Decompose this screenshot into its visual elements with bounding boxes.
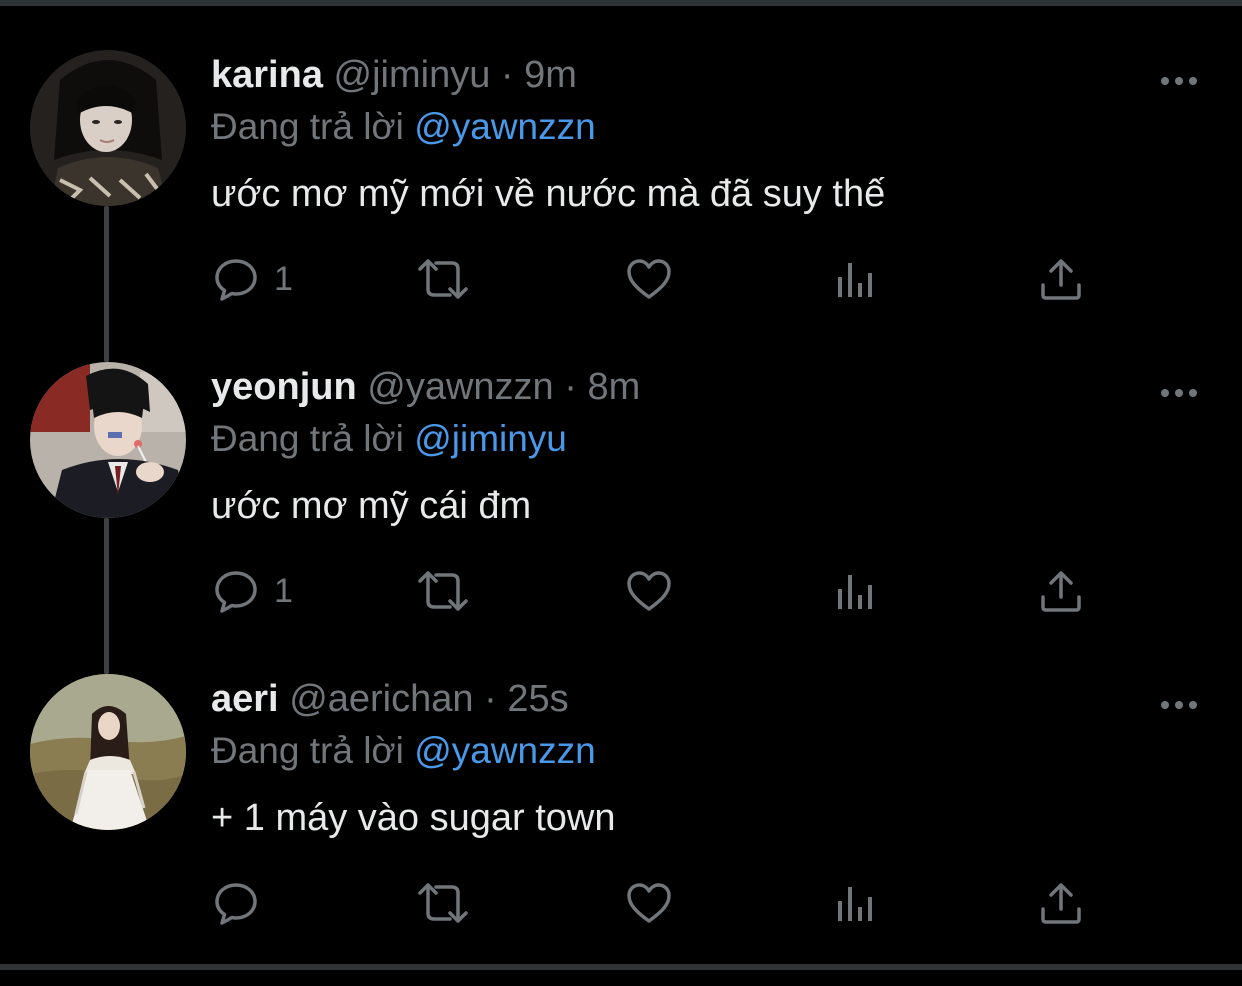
tweet-text: + 1 máy vào sugar town bbox=[211, 797, 616, 839]
display-name[interactable]: yeonjun bbox=[211, 366, 357, 408]
replying-to-label: Đang trả lời bbox=[211, 418, 404, 459]
avatar[interactable] bbox=[30, 674, 186, 830]
timestamp[interactable]: 8m bbox=[587, 366, 640, 408]
like-button[interactable] bbox=[625, 878, 673, 928]
reply-button[interactable] bbox=[212, 878, 274, 928]
tweet-header: aeri @aerichan · 25s bbox=[211, 676, 569, 722]
heart-icon bbox=[627, 259, 671, 299]
replying-to: Đang trả lời @jiminyu bbox=[211, 416, 567, 462]
retweet-button[interactable] bbox=[414, 566, 472, 616]
share-button[interactable] bbox=[1037, 566, 1085, 616]
display-name[interactable]: aeri bbox=[211, 678, 279, 720]
bar-chart-icon bbox=[838, 575, 872, 609]
views-button[interactable] bbox=[832, 878, 880, 928]
display-name[interactable]: karina bbox=[211, 54, 323, 96]
speech-bubble-icon bbox=[215, 259, 257, 301]
more-options-button[interactable] bbox=[1156, 66, 1202, 96]
replying-to-label: Đang trả lời bbox=[211, 106, 404, 147]
action-bar: 1 bbox=[0, 566, 1242, 616]
user-handle[interactable]: @yawnzzn bbox=[367, 366, 553, 408]
retweet-button[interactable] bbox=[414, 878, 472, 928]
bar-chart-icon bbox=[838, 887, 872, 921]
speech-bubble-icon bbox=[215, 571, 257, 613]
action-bar bbox=[0, 878, 1242, 928]
retweet-button[interactable] bbox=[414, 254, 472, 304]
more-options-button[interactable] bbox=[1156, 690, 1202, 720]
three-dots-icon bbox=[1161, 701, 1197, 709]
reply-button[interactable]: 1 bbox=[212, 566, 293, 616]
user-handle[interactable]: @aerichan bbox=[289, 678, 473, 720]
user-handle[interactable]: @jiminyu bbox=[334, 54, 491, 96]
replying-to: Đang trả lời @yawnzzn bbox=[211, 104, 596, 150]
share-button[interactable] bbox=[1037, 878, 1085, 928]
retweet-arrows-icon bbox=[418, 571, 468, 611]
three-dots-icon bbox=[1161, 77, 1197, 85]
bottom-divider bbox=[0, 964, 1242, 970]
heart-icon bbox=[627, 571, 671, 611]
three-dots-icon bbox=[1161, 389, 1197, 397]
speech-bubble-icon bbox=[215, 883, 257, 925]
views-button[interactable] bbox=[832, 566, 880, 616]
tweet[interactable]: aeri @aerichan · 25s Đang trả lời @yawnz… bbox=[0, 674, 1242, 986]
like-button[interactable] bbox=[625, 566, 673, 616]
separator-dot: · bbox=[484, 678, 497, 720]
like-button[interactable] bbox=[625, 254, 673, 304]
reply-button[interactable]: 1 bbox=[212, 254, 293, 304]
bar-chart-icon bbox=[838, 263, 872, 297]
avatar[interactable] bbox=[30, 50, 186, 206]
timestamp[interactable]: 25s bbox=[507, 678, 568, 720]
avatar[interactable] bbox=[30, 362, 186, 518]
tweet-text: ước mơ mỹ cái đm bbox=[211, 485, 532, 527]
retweet-arrows-icon bbox=[418, 883, 468, 923]
replying-to: Đang trả lời @yawnzzn bbox=[211, 728, 596, 774]
separator-dot: · bbox=[564, 366, 577, 408]
upload-arrow-icon bbox=[1041, 571, 1081, 612]
tweet-header: yeonjun @yawnzzn · 8m bbox=[211, 364, 640, 410]
separator-dot: · bbox=[500, 54, 514, 96]
heart-icon bbox=[627, 883, 671, 923]
mention-link[interactable]: @yawnzzn bbox=[414, 106, 596, 147]
tweet[interactable]: karina @jiminyu · 9m Đang trả lời @yawnz… bbox=[0, 50, 1242, 362]
mention-link[interactable]: @jiminyu bbox=[414, 418, 567, 459]
tweet[interactable]: yeonjun @yawnzzn · 8m Đang trả lời @jimi… bbox=[0, 362, 1242, 674]
replying-to-label: Đang trả lời bbox=[211, 730, 404, 771]
tweet-text: ước mơ mỹ mới về nước mà đã suy thế bbox=[211, 173, 886, 215]
views-button[interactable] bbox=[832, 254, 880, 304]
reply-count: 1 bbox=[274, 260, 293, 298]
more-options-button[interactable] bbox=[1156, 378, 1202, 408]
share-button[interactable] bbox=[1037, 254, 1085, 304]
upload-arrow-icon bbox=[1041, 259, 1081, 300]
top-divider bbox=[0, 0, 1242, 6]
reply-count: 1 bbox=[274, 572, 293, 610]
tweet-header: karina @jiminyu · 9m bbox=[211, 52, 577, 98]
action-bar: 1 bbox=[0, 254, 1242, 304]
timestamp[interactable]: 9m bbox=[524, 54, 577, 96]
mention-link[interactable]: @yawnzzn bbox=[414, 730, 596, 771]
retweet-arrows-icon bbox=[418, 259, 468, 299]
upload-arrow-icon bbox=[1041, 883, 1081, 924]
